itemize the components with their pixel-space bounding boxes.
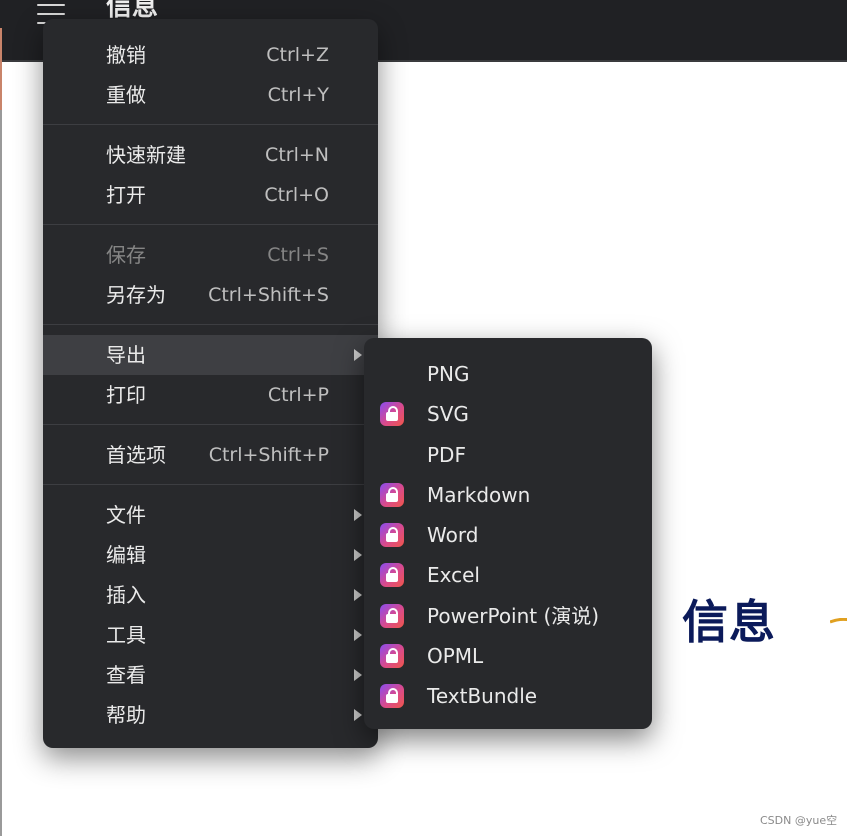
menu-item-label: 快速新建 [106, 143, 186, 167]
menu-item-shortcut: Ctrl+Z [266, 44, 329, 66]
export-item[interactable]: Markdown [364, 475, 652, 515]
menu-item-shortcut: Ctrl+Shift+P [208, 444, 329, 466]
export-item-label: Markdown [427, 482, 531, 507]
menu-item-label: 重做 [106, 83, 146, 107]
export-item-label: OPML [427, 644, 484, 669]
menu-item-label: 导出 [106, 343, 146, 367]
menu-item-shortcut: Ctrl+P [267, 384, 329, 406]
menu-item[interactable]: 文件 [43, 495, 378, 535]
chevron-right-icon [354, 509, 362, 521]
export-item[interactable]: TextBundle [364, 676, 652, 716]
export-item-label: SVG [427, 402, 469, 427]
menu-item-shortcut: Ctrl+N [265, 144, 329, 166]
menu-item[interactable]: 快速新建 Ctrl+N [43, 135, 378, 175]
export-submenu-items: PNG SVG PDF Markdown Word Excel PowerPoint (演说… [364, 354, 652, 717]
menu-separator [43, 124, 378, 125]
export-item-label: PDF [427, 442, 466, 467]
chevron-right-icon [354, 589, 362, 601]
lock-icon [380, 482, 404, 507]
export-item[interactable]: Excel [364, 555, 652, 595]
menu-item-label: 打开 [106, 183, 146, 207]
window-edge [0, 28, 2, 110]
menu-item-label: 撤销 [106, 43, 146, 67]
main-menu: 撤销 Ctrl+Z 重做 Ctrl+Y 快速新建 Ctrl+N 打开 Ctrl+O 保存 Ctrl… [43, 19, 378, 748]
export-submenu: PNG SVG PDF Markdown Word Excel PowerPoint (演说… [364, 338, 652, 729]
export-item-label: PowerPoint (演说) [427, 603, 600, 628]
menu-item[interactable]: 导出 [43, 335, 378, 375]
menu-item-label: 另存为 [106, 283, 166, 307]
export-item-label: Word [427, 523, 479, 548]
export-item[interactable]: OPML [364, 636, 652, 676]
menu-item-label: 插入 [106, 583, 146, 607]
lock-icon [380, 603, 404, 628]
menu-item-label: 文件 [106, 503, 146, 527]
export-item[interactable]: PowerPoint (演说) [364, 596, 652, 636]
export-item-label: PNG [427, 362, 470, 386]
menu-item[interactable]: 另存为 Ctrl+Shift+S [43, 275, 378, 315]
menu-separator [43, 324, 378, 325]
menu-item[interactable]: 编辑 [43, 535, 378, 575]
menu-separator [43, 424, 378, 425]
export-item[interactable]: Word [364, 515, 652, 555]
menu-item-label: 编辑 [106, 543, 146, 567]
menu-item[interactable]: 打开 Ctrl+O [43, 175, 378, 215]
lock-icon [380, 684, 404, 709]
menu-item-shortcut: Ctrl+S [267, 244, 329, 266]
menu-item[interactable]: 重做 Ctrl+Y [43, 75, 378, 115]
export-item[interactable]: PNG [364, 354, 652, 394]
menu-item[interactable]: 查看 [43, 655, 378, 695]
menu-separator [43, 224, 378, 225]
menu-separator [43, 484, 378, 485]
chevron-right-icon [354, 629, 362, 641]
export-item[interactable]: PDF [364, 435, 652, 475]
menu-item-shortcut: Ctrl+O [264, 184, 329, 206]
export-item-label: Excel [427, 563, 480, 588]
export-item-label: TextBundle [427, 684, 538, 709]
menu-item-label: 帮助 [106, 703, 146, 727]
chevron-right-icon [354, 349, 362, 361]
window-edge-lower [0, 110, 2, 836]
menu-item-label: 保存 [106, 243, 146, 267]
lock-icon [380, 402, 404, 427]
chevron-right-icon [354, 709, 362, 721]
canvas-node-heading[interactable]: 信息 [682, 592, 776, 652]
connector-line-icon [830, 618, 847, 624]
menu-item-label: 查看 [106, 663, 146, 687]
lock-icon [380, 523, 404, 548]
chevron-right-icon [354, 549, 362, 561]
lock-icon [380, 563, 404, 588]
menu-item-label: 工具 [106, 623, 146, 647]
main-menu-items: 撤销 Ctrl+Z 重做 Ctrl+Y 快速新建 Ctrl+N 打开 Ctrl+O 保存 Ctrl… [43, 35, 378, 735]
lock-icon [380, 644, 404, 669]
menu-item[interactable]: 撤销 Ctrl+Z [43, 35, 378, 75]
chevron-right-icon [354, 669, 362, 681]
menu-item[interactable]: 工具 [43, 615, 378, 655]
menu-item-shortcut: Ctrl+Shift+S [208, 284, 329, 306]
menu-item: 保存 Ctrl+S [43, 235, 378, 275]
menu-item-label: 打印 [106, 383, 146, 407]
menu-item[interactable]: 打印 Ctrl+P [43, 375, 378, 415]
menu-item[interactable]: 插入 [43, 575, 378, 615]
menu-item-shortcut: Ctrl+Y [267, 84, 329, 106]
export-item[interactable]: SVG [364, 394, 652, 434]
menu-item[interactable]: 帮助 [43, 695, 378, 735]
watermark: CSDN @yue空 [760, 814, 838, 827]
menu-item-label: 首选项 [106, 443, 166, 467]
menu-item[interactable]: 首选项 Ctrl+Shift+P [43, 435, 378, 475]
